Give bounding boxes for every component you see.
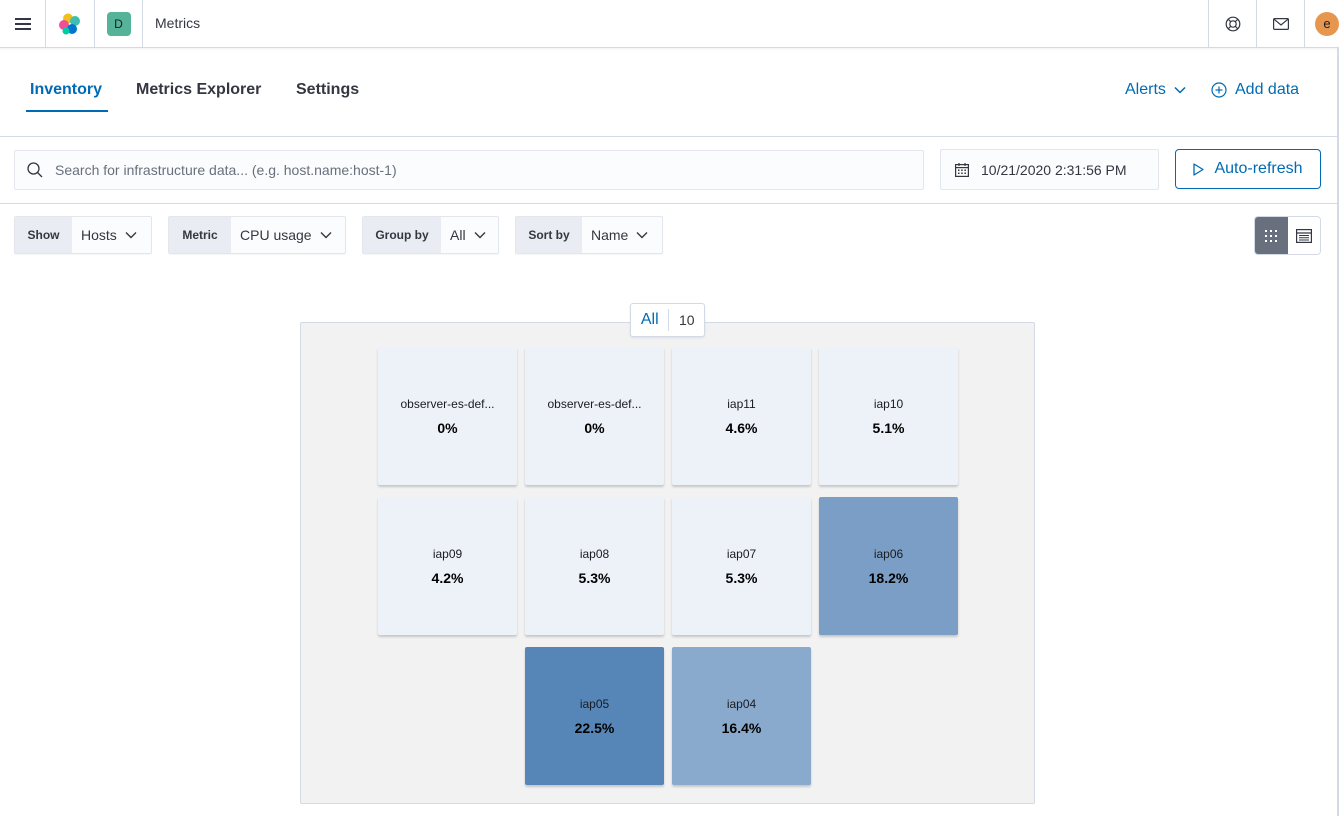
help-button[interactable]: [1209, 0, 1256, 47]
host-node-value: 22.5%: [574, 719, 615, 736]
host-node-name: iap07: [726, 546, 757, 561]
host-node-name: iap10: [873, 396, 904, 411]
search-field: [14, 150, 924, 190]
show-filter: Show Hosts: [14, 216, 152, 254]
news-feed-button[interactable]: [1257, 0, 1304, 47]
group-by-filter-label: Group by: [363, 217, 441, 253]
host-node-value: 5.3%: [578, 569, 611, 586]
search-input[interactable]: [55, 162, 895, 178]
top-header: D Metrics e: [0, 0, 1339, 48]
host-node-value: 16.4%: [721, 719, 762, 736]
hamburger-icon: [14, 17, 31, 30]
space-avatar: D: [106, 11, 131, 36]
tab-inventory[interactable]: Inventory: [30, 81, 102, 107]
play-icon: [1193, 162, 1205, 176]
group-name-button[interactable]: All: [631, 309, 670, 331]
host-node-value: 5.3%: [725, 569, 758, 586]
user-avatar: e: [1315, 11, 1339, 36]
header-divider: [142, 0, 143, 47]
chevron-down-icon: [636, 232, 648, 239]
host-node[interactable]: iap09 4.2%: [378, 497, 517, 635]
user-menu-button[interactable]: e: [1305, 0, 1339, 47]
apps-grid-icon: [1265, 229, 1278, 242]
host-node-value: 0%: [437, 419, 458, 436]
chevron-down-icon: [1174, 86, 1186, 94]
host-node-value: 4.6%: [725, 419, 758, 436]
show-dropdown[interactable]: Hosts: [72, 217, 149, 253]
host-node[interactable]: iap11 4.6%: [672, 347, 811, 485]
host-node-value: 4.2%: [431, 569, 464, 586]
host-node-name: iap06: [873, 546, 904, 561]
host-node-name: observer-es-def...: [400, 396, 495, 411]
show-filter-label: Show: [15, 217, 72, 253]
date-picker[interactable]: 10/21/2020 2:31:56 PM: [940, 149, 1159, 190]
metric-dropdown[interactable]: CPU usage: [231, 217, 344, 253]
host-node[interactable]: observer-es-def... 0%: [525, 347, 664, 485]
group-badge: All 10: [630, 303, 705, 337]
sort-by-filter-label: Sort by: [516, 217, 582, 253]
chevron-down-icon: [474, 232, 486, 239]
page-tabs-bar: Inventory Metrics Explorer Settings Aler…: [0, 48, 1337, 137]
view-mode-toggle: [1254, 216, 1321, 255]
host-node[interactable]: iap08 5.3%: [525, 497, 664, 635]
tab-settings[interactable]: Settings: [296, 81, 359, 107]
auto-refresh-label: Auto-refresh: [1214, 160, 1303, 177]
plus-in-circle-icon: [1211, 82, 1227, 98]
host-node[interactable]: iap06 18.2%: [819, 497, 958, 635]
host-node-value: 0%: [584, 419, 605, 436]
host-node-name: iap05: [579, 696, 610, 711]
group-by-value: All: [450, 227, 466, 243]
calendar-icon: [955, 162, 969, 177]
sort-by-value: Name: [591, 227, 629, 243]
add-data-link[interactable]: Add data: [1211, 81, 1299, 99]
host-node-name: observer-es-def...: [547, 396, 642, 411]
date-value: 10/21/2020 2:31:56 PM: [981, 161, 1127, 178]
sort-by-filter: Sort by Name: [515, 216, 663, 254]
host-node-name: iap04: [726, 696, 757, 711]
elastic-logo-icon: [59, 13, 80, 34]
chevron-down-icon: [320, 232, 332, 239]
table-view-button[interactable]: [1287, 217, 1320, 254]
host-node-name: iap08: [579, 546, 610, 561]
menu-button[interactable]: [0, 0, 45, 47]
host-node-name: iap11: [727, 396, 756, 411]
metric-filter: Metric CPU usage: [168, 216, 346, 254]
metric-value: CPU usage: [240, 227, 312, 243]
map-view-button[interactable]: [1255, 217, 1288, 254]
host-node-name: iap09: [432, 546, 463, 561]
space-selector[interactable]: D: [95, 0, 142, 47]
alerts-label: Alerts: [1125, 81, 1166, 98]
query-bar: 10/21/2020 2:31:56 PM Auto-refresh: [0, 137, 1337, 204]
host-node[interactable]: iap07 5.3%: [672, 497, 811, 635]
search-icon: [27, 162, 43, 178]
auto-refresh-button[interactable]: Auto-refresh: [1175, 149, 1321, 189]
table-icon: [1295, 228, 1312, 243]
help-lifebuoy-icon: [1225, 16, 1240, 31]
tab-metrics-explorer[interactable]: Metrics Explorer: [136, 81, 261, 107]
mail-icon: [1272, 17, 1289, 30]
host-node[interactable]: observer-es-def... 0%: [378, 347, 517, 485]
host-node-value: 5.1%: [872, 419, 905, 436]
chevron-down-icon: [125, 232, 137, 239]
show-value: Hosts: [81, 227, 117, 243]
metric-filter-label: Metric: [169, 217, 231, 253]
group-by-dropdown[interactable]: All: [441, 217, 498, 253]
breadcrumb-app-title[interactable]: Metrics: [155, 15, 200, 31]
host-node[interactable]: iap05 22.5%: [525, 647, 664, 785]
add-data-label: Add data: [1235, 81, 1300, 98]
group-by-filter: Group by All: [362, 216, 499, 254]
active-tab-indicator: [26, 110, 108, 112]
host-node-value: 18.2%: [868, 569, 909, 586]
alerts-menu-button[interactable]: Alerts: [1125, 81, 1186, 99]
host-node[interactable]: iap10 5.1%: [819, 347, 958, 485]
group-count: 10: [678, 312, 695, 328]
host-node[interactable]: iap04 16.4%: [672, 647, 811, 785]
elastic-logo-link[interactable]: [46, 0, 94, 47]
sort-by-dropdown[interactable]: Name: [582, 217, 660, 253]
